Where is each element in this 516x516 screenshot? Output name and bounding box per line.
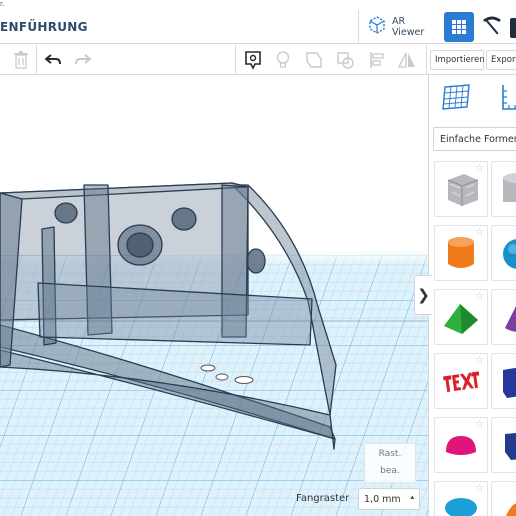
snap-grid-select[interactable]: 1,0 mm ▴ xyxy=(358,488,420,510)
project-title[interactable]: ENFÜHRUNG xyxy=(0,20,88,34)
shapes-panel: Einfache Formen ☆ ☆ ☆ ☆ ☆ ☆ xyxy=(428,75,516,516)
blocks-view-button[interactable] xyxy=(480,14,504,38)
grid-view-icon xyxy=(452,20,466,34)
window-title-fragment: r. xyxy=(0,0,5,8)
caret-up-icon: ▴ xyxy=(410,493,414,501)
shape-box[interactable] xyxy=(491,353,516,409)
shape-box-hole[interactable]: ☆ xyxy=(434,161,488,217)
snap-grid-label: Fangraster xyxy=(296,493,350,504)
shape-library-dropdown[interactable]: Einfache Formen xyxy=(433,127,516,151)
workplane-viewport[interactable]: Rast. bea. xyxy=(0,75,428,516)
pickaxe-icon xyxy=(483,16,501,35)
ar-viewer-label: AR Viewer xyxy=(392,16,425,38)
export-button[interactable]: Exportie xyxy=(486,50,516,70)
shape-torus[interactable]: ☆ xyxy=(434,481,488,516)
delete-icon[interactable] xyxy=(8,48,34,72)
group-icon[interactable] xyxy=(332,48,358,72)
align-icon[interactable] xyxy=(364,48,390,72)
edit-grid-label-1: Rast. xyxy=(378,449,402,459)
snap-grid-value: 1,0 mm xyxy=(364,493,401,505)
shape-cylinder[interactable]: ☆ xyxy=(434,225,488,281)
redo-icon[interactable] xyxy=(70,48,96,72)
ar-viewer-button[interactable]: AR Viewer xyxy=(358,10,440,44)
cut-icon[interactable] xyxy=(510,18,516,38)
shape-outline-icon[interactable] xyxy=(301,48,327,72)
shape-polygon[interactable] xyxy=(491,417,516,473)
collapse-panel-toggle[interactable]: ❯ xyxy=(414,275,432,315)
ruler-icon[interactable] xyxy=(499,81,516,113)
chevron-right-icon: ❯ xyxy=(417,286,430,304)
edit-grid-button[interactable]: Rast. bea. xyxy=(364,443,416,483)
shape-text[interactable]: ☆ xyxy=(434,353,488,409)
workplane-icon[interactable] xyxy=(441,81,473,113)
edit-toolbar: Importieren Exportie xyxy=(0,45,516,75)
shape-roof[interactable]: ☆ xyxy=(434,289,488,345)
shape-half-sphere[interactable]: ☆ xyxy=(434,417,488,473)
notes-icon[interactable] xyxy=(240,48,266,72)
shape-cone[interactable] xyxy=(491,289,516,345)
mirror-icon[interactable] xyxy=(394,48,420,72)
edit-grid-label-2: bea. xyxy=(380,466,400,476)
undo-icon[interactable] xyxy=(40,48,66,72)
top-bar: r. ENFÜHRUNG AR Viewer xyxy=(0,0,516,44)
shape-sphere[interactable] xyxy=(491,225,516,281)
shape-paraboloid[interactable] xyxy=(491,481,516,516)
ar-cube-icon xyxy=(367,15,387,39)
design-view-button[interactable] xyxy=(444,12,474,42)
shape-cylinder-hole[interactable] xyxy=(491,161,516,217)
bulb-icon[interactable] xyxy=(270,48,296,72)
import-button[interactable]: Importieren xyxy=(430,50,485,70)
